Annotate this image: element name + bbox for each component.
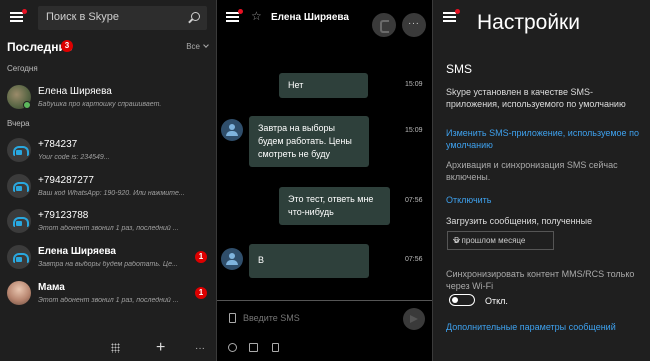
dialpad-icon[interactable]	[111, 343, 120, 353]
more-icon: ···	[408, 18, 420, 29]
conversation-name: Мама	[38, 282, 65, 293]
avatar	[7, 85, 31, 109]
avatar	[7, 209, 31, 233]
conversation-list-panel: Поиск в Skype Последние 3 Все Сегодня Ел…	[0, 0, 216, 361]
phone-icon	[13, 180, 29, 192]
avatar	[7, 245, 31, 269]
more-button[interactable]: ···	[402, 13, 426, 37]
change-sms-app-link[interactable]: Изменить SMS-приложение, используемое по…	[446, 127, 641, 151]
settings-panel: Настройки SMS Skype установлен в качеств…	[433, 0, 650, 361]
conversation-name: +79123788	[38, 210, 89, 221]
settings-title: Настройки	[477, 11, 580, 34]
conversation-preview: Завтра на выборы будем работать. Це...	[38, 261, 178, 268]
chevron-down-icon	[203, 42, 209, 48]
conversation-name: +794287277	[38, 175, 94, 186]
conversation-item[interactable]: +79123788 Этот абонент звонил 1 раз, пос…	[0, 205, 216, 241]
toggle-state-label: Откл.	[485, 296, 508, 306]
filter-label[interactable]: Все	[186, 42, 200, 51]
more-options-icon[interactable]: ···	[195, 343, 205, 354]
message-text: Завтра на выборы будем работать. Цены см…	[258, 123, 352, 159]
call-button[interactable]	[372, 13, 396, 37]
conversation-preview: Your code is: 234549...	[38, 154, 110, 161]
conversation-item[interactable]: +794287277 Ваш код WhatsApp: 190-920. Ил…	[0, 170, 216, 206]
message-text: Нет	[288, 80, 304, 90]
filter-dropdown[interactable]: Все	[186, 42, 209, 51]
load-messages-label: Загрузить сообщения, полученные	[446, 216, 593, 226]
section-today: Сегодня	[7, 64, 38, 73]
avatar	[7, 281, 31, 305]
send-button[interactable]	[403, 308, 425, 330]
chat-header: ☆ Елена Ширяева ···	[217, 0, 432, 38]
unread-badge: 1	[195, 287, 207, 299]
conversation-name: +784237	[38, 139, 78, 150]
bottom-app-bar: + ···	[0, 335, 216, 361]
avatar	[7, 138, 31, 162]
message-time: 15:09	[405, 81, 423, 88]
conversation-item[interactable]: Мама Этот абонент звонил 1 раз, последни…	[0, 277, 216, 313]
attach-file-icon[interactable]	[272, 343, 279, 352]
message-time: 15:09	[405, 127, 423, 134]
message-text: Это тест, ответь мне что-нибудь	[288, 194, 374, 217]
sms-status-text: Skype установлен в качестве SMS-приложен…	[446, 87, 626, 109]
conversation-item[interactable]: Елена Ширяева Бабушка про картошку спраш…	[0, 81, 216, 117]
phone-icon	[13, 144, 29, 156]
contact-avatar-icon	[221, 119, 243, 141]
conversation-item[interactable]: Елена Ширяева Завтра на выборы будем раб…	[0, 241, 216, 277]
section-yesterday: Вчера	[7, 119, 30, 128]
image-icon[interactable]	[249, 343, 258, 352]
conversation-preview: Этот абонент звонил 1 раз, последний ...	[38, 297, 179, 304]
sync-wifi-label: Синхронизировать контент MMS/RCS только …	[446, 269, 635, 291]
phone-icon	[229, 313, 236, 323]
advanced-settings-link[interactable]: Дополнительные параметры сообщений	[446, 321, 641, 333]
message-time: 07:56	[405, 256, 423, 263]
menu-icon[interactable]	[226, 9, 243, 23]
conversation-preview: Бабушка про картошку спрашивает.	[38, 101, 162, 108]
message-time: 07:56	[405, 197, 423, 204]
conversation-preview: Этот абонент звонил 1 раз, последний ...	[38, 225, 179, 232]
star-icon[interactable]: ☆	[251, 9, 262, 23]
message-text: В	[258, 255, 265, 265]
search-icon[interactable]	[191, 12, 200, 21]
recent-unread-badge: 3	[61, 40, 73, 52]
emoji-icon[interactable]	[228, 343, 237, 352]
add-icon[interactable]: +	[156, 340, 165, 356]
phone-icon	[13, 215, 29, 227]
unread-badge: 1	[195, 251, 207, 263]
search-box[interactable]: Поиск в Skype	[38, 6, 207, 30]
message-bubble-outgoing[interactable]: Это тест, ответь мне что-нибудь	[279, 187, 390, 225]
chat-panel: ☆ Елена Ширяева ··· Нет 15:09 Завтра на …	[217, 0, 432, 361]
online-status-icon	[23, 101, 31, 109]
divider	[217, 300, 432, 301]
conversation-item[interactable]: +784237 Your code is: 234549...	[0, 134, 216, 170]
conversation-name: Елена Ширяева	[38, 246, 116, 257]
dropdown-value: В прошлом месяце	[454, 236, 526, 245]
sms-heading: SMS	[446, 62, 473, 76]
load-period-dropdown[interactable]: В прошлом месяце	[447, 231, 554, 250]
menu-icon[interactable]	[443, 9, 460, 23]
search-placeholder[interactable]: Поиск в Skype	[46, 11, 119, 23]
message-bubble-incoming[interactable]: Завтра на выборы будем работать. Цены см…	[249, 116, 369, 167]
message-bubble-outgoing[interactable]: Нет	[279, 73, 368, 98]
message-bubble-incoming[interactable]: В	[249, 244, 369, 278]
sms-input[interactable]	[243, 313, 403, 323]
avatar	[7, 174, 31, 198]
menu-icon[interactable]	[10, 9, 27, 23]
disable-link[interactable]: Отключить	[446, 194, 641, 206]
archive-status-text: Архивация и синхронизация SMS сейчас вкл…	[446, 160, 618, 182]
conversation-preview: Ваш код WhatsApp: 190-920. Или нажмите..…	[38, 190, 185, 197]
phone-icon	[13, 251, 29, 263]
sync-wifi-toggle[interactable]	[449, 294, 475, 306]
conversation-name: Елена Ширяева	[38, 86, 112, 97]
contact-name[interactable]: Елена Ширяева	[271, 12, 349, 23]
contact-avatar-icon	[221, 248, 243, 270]
